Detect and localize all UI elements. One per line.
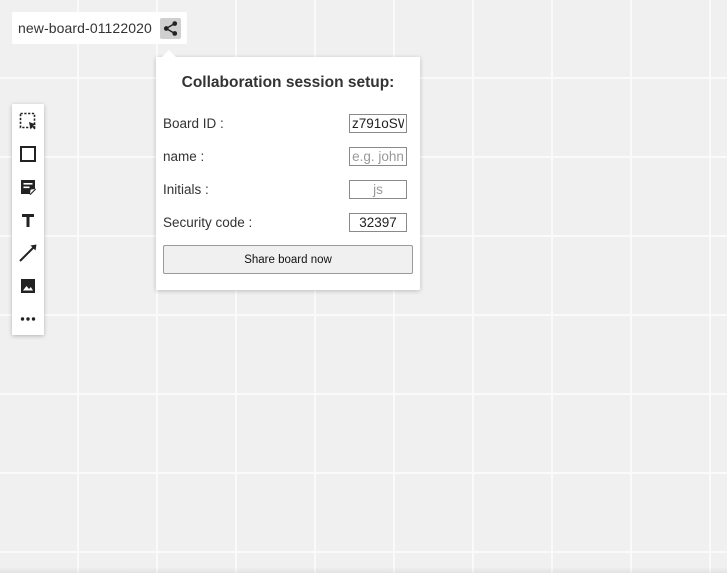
text-tool[interactable] xyxy=(12,203,44,236)
line-tool[interactable] xyxy=(12,236,44,269)
select-tool[interactable] xyxy=(12,104,44,137)
image-tool[interactable] xyxy=(12,269,44,302)
board-id-label: Board ID : xyxy=(163,115,224,131)
share-button[interactable] xyxy=(159,17,181,39)
sticky-note-icon xyxy=(21,179,36,195)
rectangle-tool[interactable] xyxy=(12,137,44,170)
more-tool[interactable] xyxy=(12,302,44,335)
board-id-input[interactable] xyxy=(349,113,407,133)
canvas-bottom-shadow xyxy=(0,567,727,573)
collaboration-popup: Collaboration session setup: Board ID : … xyxy=(156,50,420,290)
tool-palette xyxy=(12,104,44,335)
sticky-note-tool[interactable] xyxy=(12,170,44,203)
share-board-now-button[interactable]: Share board now xyxy=(163,245,413,274)
more-dots-icon xyxy=(20,316,36,321)
initials-label: Initials : xyxy=(163,181,209,197)
image-icon xyxy=(21,278,35,293)
name-input[interactable] xyxy=(349,146,407,166)
text-icon xyxy=(22,213,34,227)
security-code-input[interactable] xyxy=(349,212,407,232)
share-icon xyxy=(163,20,177,36)
board-id-row: Board ID : xyxy=(163,113,407,133)
name-label: name : xyxy=(163,148,205,164)
square-icon xyxy=(20,145,36,162)
security-code-row: Security code : xyxy=(163,212,407,232)
name-row: name : xyxy=(163,146,407,166)
arrow-line-icon xyxy=(19,244,37,262)
board-name[interactable]: new-board-01122020 xyxy=(18,20,160,36)
popup-arrow xyxy=(162,50,176,57)
initials-row: Initials : xyxy=(163,179,407,199)
board-header: new-board-01122020 xyxy=(12,12,187,44)
security-code-label: Security code : xyxy=(163,214,253,230)
selection-icon xyxy=(19,112,36,129)
popup-title: Collaboration session setup: xyxy=(181,74,395,91)
initials-input[interactable] xyxy=(349,179,407,199)
